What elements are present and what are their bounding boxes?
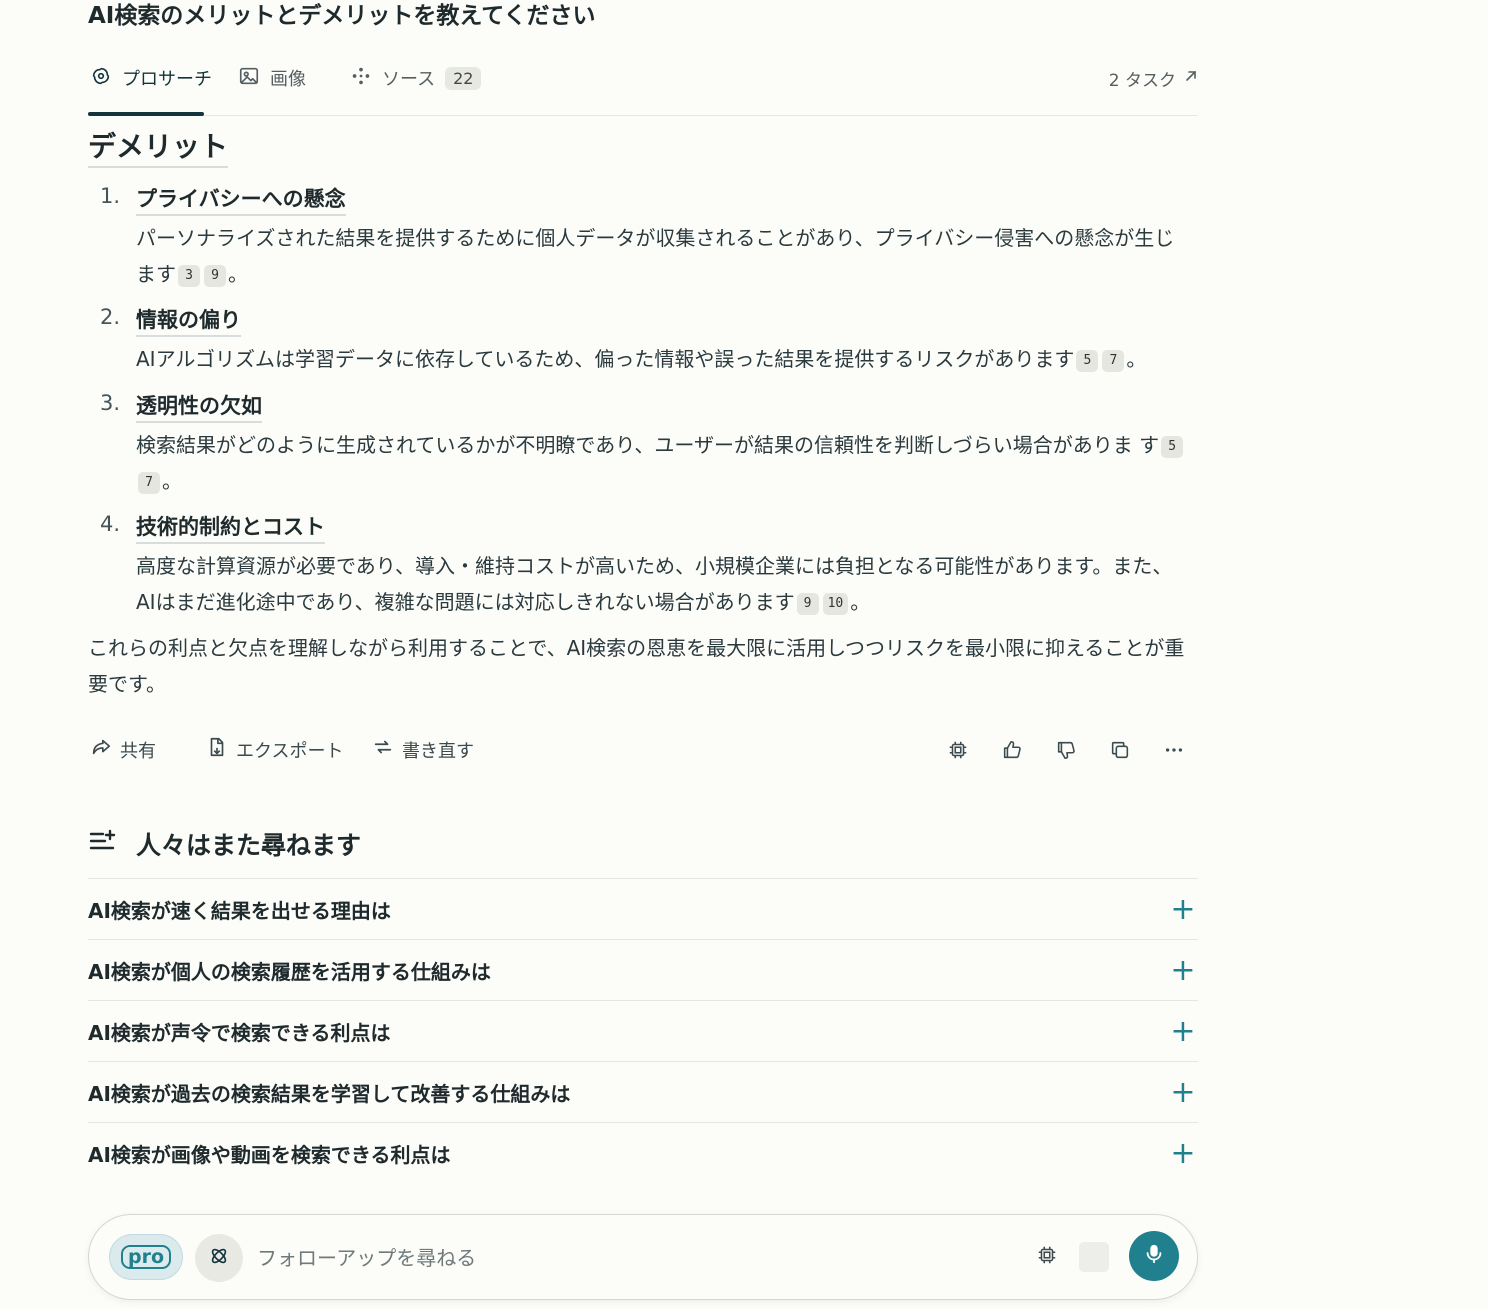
plus-icon: + bbox=[1170, 1135, 1196, 1171]
attach-button[interactable] bbox=[1079, 1242, 1109, 1272]
tasks-label: 2 タスク bbox=[1108, 70, 1176, 91]
item-number: 2. bbox=[100, 305, 121, 329]
follow-up-composer: pro bbox=[88, 1214, 1198, 1300]
item-end: 。 bbox=[1126, 347, 1147, 371]
rewrite-button[interactable]: 書き直す bbox=[372, 736, 474, 763]
tab-label: 画像 bbox=[270, 69, 306, 90]
item-end: 。 bbox=[850, 590, 871, 614]
citation-badge[interactable]: 9 bbox=[796, 592, 819, 615]
answer-actions-bar: 共有 エクスポート 書き直す bbox=[88, 728, 1198, 774]
item-text: 高度な計算資源が必要であり、導入・維持コストが高いため、小規模企業には負担となる… bbox=[136, 554, 1173, 614]
related-questions-heading: 人々はまた尋ねます bbox=[88, 824, 361, 864]
sources-icon bbox=[350, 65, 372, 92]
related-question-text: AI検索が声令で検索できる利点は bbox=[88, 1020, 391, 1045]
follow-up-input[interactable] bbox=[255, 1239, 1015, 1277]
related-question-text: AI検索が過去の検索結果を学習して改善する仕組みは bbox=[88, 1081, 571, 1106]
question-title: AI検索のメリットとデメリットを教えてください bbox=[88, 3, 596, 29]
citation-badge[interactable]: 3 bbox=[178, 264, 200, 287]
conclusion-paragraph: これらの利点と欠点を理解しながら利用することで、AI検索の恩恵を最大限に活用しつ… bbox=[88, 636, 1185, 696]
microphone-icon bbox=[1143, 1243, 1165, 1269]
plus-icon: + bbox=[1170, 952, 1196, 988]
more-horizontal-icon bbox=[1163, 739, 1185, 765]
atom-icon bbox=[208, 1245, 230, 1271]
sources-count-badge: 22 bbox=[445, 66, 482, 90]
tab-pro-search[interactable]: プロサーチ bbox=[90, 58, 212, 98]
plus-icon: + bbox=[1170, 891, 1196, 927]
item-title: 技術的制約とコスト bbox=[136, 512, 325, 544]
item-number: 4. bbox=[100, 512, 121, 536]
item-body: パーソナライズされた結果を提供するために個人データが収集されることがあり、プライ… bbox=[136, 220, 1186, 292]
citation-badge[interactable]: 10 bbox=[822, 592, 849, 615]
related-question-row[interactable]: AI検索が画像や動画を検索できる利点は + bbox=[88, 1122, 1198, 1183]
active-tab-indicator bbox=[88, 112, 204, 116]
item-title: プライバシーへの懸念 bbox=[136, 184, 346, 216]
copy-icon bbox=[1109, 739, 1131, 765]
item-number: 1. bbox=[100, 184, 121, 208]
export-label: エクスポート bbox=[236, 740, 344, 762]
copy-button[interactable] bbox=[1104, 736, 1136, 768]
model-chip-button[interactable] bbox=[942, 736, 974, 768]
related-question-text: AI検索が個人の検索履歴を活用する仕組みは bbox=[88, 959, 491, 984]
item-text: パーソナライズされた結果を提供するために個人データが収集されることがあり、プライ… bbox=[136, 226, 1175, 286]
tab-label: プロサーチ bbox=[122, 69, 212, 90]
citation-badge[interactable]: 7 bbox=[138, 471, 160, 494]
item-title: 情報の偏り bbox=[136, 305, 241, 337]
thumbs-up-icon bbox=[1001, 739, 1023, 765]
item-body: 高度な計算資源が必要であり、導入・維持コストが高いため、小規模企業には負担となる… bbox=[136, 548, 1186, 620]
item-title: 透明性の欠如 bbox=[136, 391, 262, 423]
tab-sources[interactable]: ソース 22 bbox=[350, 58, 482, 98]
related-question-text: AI検索が画像や動画を検索できる利点は bbox=[88, 1142, 451, 1167]
perplexity-swirl-icon bbox=[90, 65, 112, 92]
share-button[interactable]: 共有 bbox=[90, 736, 156, 763]
image-icon bbox=[238, 65, 260, 92]
citation-badge[interactable]: 9 bbox=[204, 264, 226, 287]
citation-badge[interactable]: 5 bbox=[1076, 349, 1099, 372]
plus-icon: + bbox=[1170, 1074, 1196, 1110]
rewrite-label: 書き直す bbox=[402, 740, 474, 762]
plus-icon: + bbox=[1170, 1013, 1196, 1049]
export-button[interactable]: エクスポート bbox=[206, 736, 343, 763]
thumbs-down-icon bbox=[1055, 739, 1077, 765]
voice-input-button[interactable] bbox=[1129, 1231, 1179, 1281]
related-question-text: AI検索が速く結果を出せる理由は bbox=[88, 898, 391, 923]
citation-badge[interactable]: 7 bbox=[1102, 349, 1125, 372]
related-list-icon bbox=[88, 828, 118, 860]
related-question-row[interactable]: AI検索が個人の検索履歴を活用する仕組みは + bbox=[88, 939, 1198, 1000]
share-icon bbox=[90, 736, 112, 763]
related-question-row[interactable]: AI検索が速く結果を出せる理由は + bbox=[88, 878, 1198, 939]
item-text: 検索結果がどのように生成されているかが不明瞭であり、ユーザーが結果の信頼性を判断… bbox=[136, 433, 1160, 457]
more-options-button[interactable] bbox=[1158, 736, 1190, 768]
item-number: 3. bbox=[100, 391, 121, 415]
arrow-up-right-icon bbox=[1184, 68, 1198, 88]
pro-label: pro bbox=[120, 1245, 172, 1269]
answer-tabs: プロサーチ 画像 ソース 22 2 タスク bbox=[88, 48, 1198, 116]
related-question-row[interactable]: AI検索が過去の検索結果を学習して改善する仕組みは + bbox=[88, 1061, 1198, 1122]
related-question-row[interactable]: AI検索が声令で検索できる利点は + bbox=[88, 1000, 1198, 1061]
share-label: 共有 bbox=[120, 740, 156, 762]
rewrite-icon bbox=[372, 736, 394, 763]
item-body: 検索結果がどのように生成されているかが不明瞭であり、ユーザーが結果の信頼性を判断… bbox=[136, 427, 1186, 499]
focus-button[interactable] bbox=[195, 1234, 243, 1282]
item-end: 。 bbox=[228, 262, 248, 286]
tab-images[interactable]: 画像 bbox=[238, 58, 306, 98]
item-body: AIアルゴリズムは学習データに依存しているため、偏った情報や誤った結果を提供する… bbox=[136, 341, 1186, 377]
cpu-icon bbox=[947, 739, 969, 765]
model-select-button[interactable] bbox=[1031, 1241, 1063, 1273]
thumbs-down-button[interactable] bbox=[1050, 736, 1082, 768]
section-heading: デメリット bbox=[88, 128, 229, 168]
tab-label: ソース bbox=[382, 69, 436, 90]
pro-toggle-button[interactable]: pro bbox=[109, 1234, 183, 1280]
export-icon bbox=[206, 736, 228, 763]
related-heading-text: 人々はまた尋ねます bbox=[136, 831, 362, 860]
related-questions-list: AI検索が速く結果を出せる理由は + AI検索が個人の検索履歴を活用する仕組みは… bbox=[88, 878, 1198, 1183]
cpu-icon bbox=[1036, 1244, 1058, 1270]
tasks-link[interactable]: 2 タスク bbox=[1109, 60, 1198, 96]
item-end: 。 bbox=[162, 469, 182, 493]
item-text: AIアルゴリズムは学習データに依存しているため、偏った情報や誤った結果を提供する… bbox=[136, 347, 1075, 371]
thumbs-up-button[interactable] bbox=[996, 736, 1028, 768]
citation-badge[interactable]: 5 bbox=[1161, 435, 1184, 458]
